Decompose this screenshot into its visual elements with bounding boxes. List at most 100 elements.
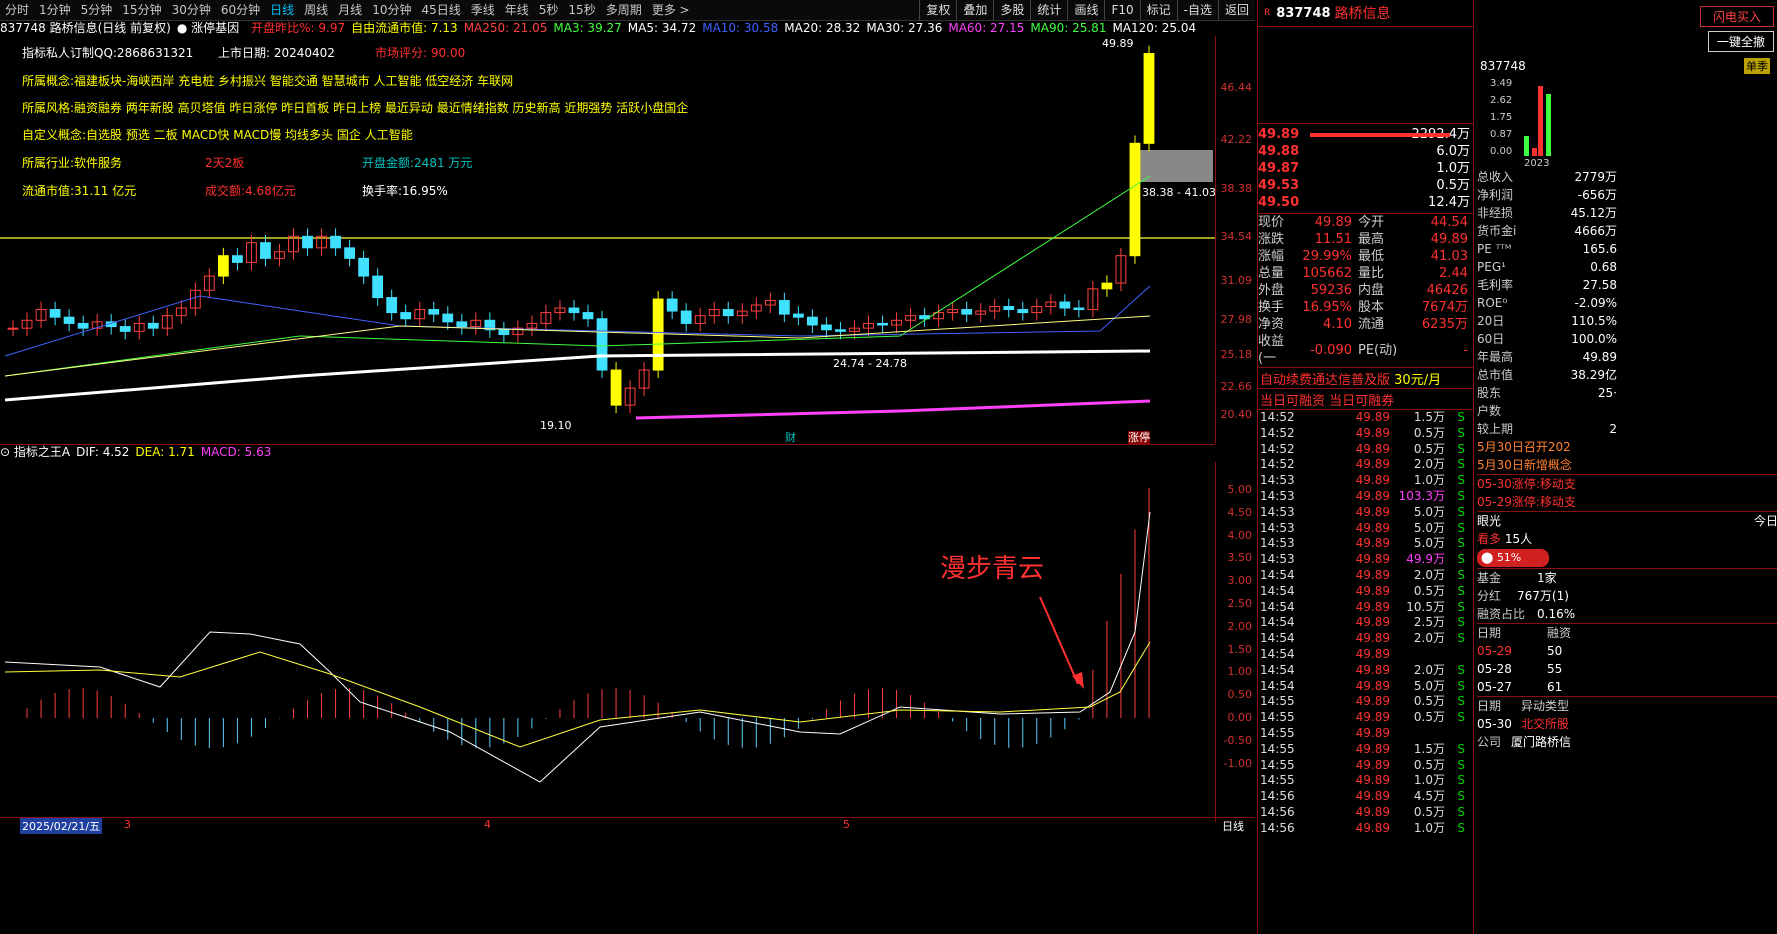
candle bbox=[428, 309, 440, 315]
period-tab[interactable]: 月线 bbox=[333, 0, 367, 20]
period-tab[interactable]: 5分钟 bbox=[76, 0, 118, 20]
period-tab[interactable]: 季线 bbox=[466, 0, 500, 20]
margin-short-tab[interactable]: 当日可融券 bbox=[1329, 390, 1394, 409]
back-button[interactable]: 返回 bbox=[1217, 0, 1255, 20]
period-tab[interactable]: 30分钟 bbox=[167, 0, 216, 20]
stock-title: 837748 路桥信息(日线 前复权) bbox=[0, 21, 171, 35]
order-row[interactable]: 49.87 1.0万 bbox=[1258, 160, 1474, 177]
ma-legend: 837748 路桥信息(日线 前复权) ● 涨停基因 开盘昨比%: 9.97 自… bbox=[0, 20, 1202, 36]
quote-table: 现价 49.89 今开 44.54 涨跌 11.51 最高 49.89 涨幅 29.99% 最低 41… bbox=[1258, 214, 1474, 368]
candle bbox=[344, 247, 356, 259]
period-tab[interactable]: 45日线 bbox=[416, 0, 465, 20]
order-row[interactable]: 49.53 0.5万 bbox=[1258, 177, 1474, 194]
candle bbox=[302, 235, 313, 249]
limit-item[interactable]: 05-30涨停:移动支 bbox=[1477, 475, 1777, 493]
candle bbox=[666, 298, 678, 312]
bull-label: 看多 bbox=[1477, 532, 1502, 546]
tick-list[interactable]: 14:52 49.89 1.5万 S 14:52 49.89 0.5万 S 14:52 49.89… bbox=[1258, 410, 1474, 837]
macd-tick: 4.50 bbox=[1227, 505, 1253, 519]
bull-count: 15人 bbox=[1504, 532, 1533, 546]
season-toggle[interactable]: 单季 bbox=[1744, 58, 1770, 74]
period-tab[interactable]: 60分钟 bbox=[216, 0, 265, 20]
dividend-label: 分红 bbox=[1477, 589, 1502, 603]
period-tab[interactable]: 多周期 bbox=[601, 0, 647, 20]
tick-row: 14:55 49.89 0.5万 S bbox=[1260, 710, 1465, 725]
period-tab-more[interactable]: 更多 > bbox=[647, 0, 695, 20]
tick-row: 14:52 49.89 0.5万 S bbox=[1260, 425, 1465, 440]
period-tab[interactable]: 分时 bbox=[0, 0, 34, 20]
candle bbox=[610, 369, 622, 406]
style-text: 所属风格:融资融券 两年新股 高贝塔值 昨日涨停 昨日首板 昨日上榜 最近异动 … bbox=[22, 101, 689, 115]
period-tab-daily[interactable]: 日线 bbox=[265, 0, 299, 20]
order-row[interactable]: 49.50 12.4万 bbox=[1258, 194, 1474, 211]
finance-row: 20日 110.5% bbox=[1477, 314, 1617, 328]
tick-row: 14:55 49.89 1.0万 S bbox=[1260, 773, 1465, 788]
quote-panel: R 837748 路桥信息 49.892292.4万49.886.0万49.87… bbox=[1257, 0, 1474, 934]
eye-today[interactable]: 今日 bbox=[1754, 512, 1777, 530]
restore-rights-button[interactable]: 复权 bbox=[919, 0, 956, 20]
moving-average-line bbox=[4, 349, 1151, 402]
candle bbox=[358, 257, 370, 277]
ma250: MA250: 21.05 bbox=[463, 21, 548, 35]
finance-list: 总收入 2779万 净利润 -656万 非经损 45.12万 货币金i 4666万 PE ᵀᵀᴹ… bbox=[1474, 168, 1777, 438]
period-tab[interactable]: 周线 bbox=[299, 0, 333, 20]
remove-watchlist-button[interactable]: -自选 bbox=[1176, 0, 1218, 20]
rpanel-code: 837748 bbox=[1480, 59, 1526, 73]
finance-row: PE ᵀᵀᴹ 165.6 bbox=[1477, 242, 1617, 256]
limit-gene[interactable]: ● 涨停基因 bbox=[177, 20, 245, 36]
ad-banner[interactable]: 自动续费通达信普及版 30元/月 bbox=[1258, 368, 1474, 389]
range-label: 38.38 - 41.03 bbox=[1142, 186, 1216, 199]
mini-tick: 0.87 bbox=[1490, 129, 1512, 140]
month-tick: 4 bbox=[484, 818, 491, 831]
draw-line-button[interactable]: 画线 bbox=[1067, 0, 1104, 20]
limit-item[interactable]: 05-29涨停:移动支 bbox=[1477, 493, 1777, 511]
flash-buy-button[interactable]: 闪电买入 bbox=[1699, 6, 1774, 27]
stats-button[interactable]: 统计 bbox=[1030, 0, 1067, 20]
moving-average-line bbox=[4, 315, 1151, 377]
period-tab[interactable]: 5秒 bbox=[534, 0, 564, 20]
margin-financing-tab[interactable]: 当日可融资 bbox=[1260, 390, 1325, 409]
margin-ratio-label: 融资占比 bbox=[1477, 607, 1526, 621]
tick-row: 14:56 49.89 4.5万 S bbox=[1260, 789, 1465, 804]
period-tab[interactable]: 年线 bbox=[500, 0, 534, 20]
mini-bar bbox=[1524, 136, 1529, 156]
news-item[interactable]: 5月30日召开202 bbox=[1477, 438, 1777, 456]
annotation-arrow bbox=[1039, 596, 1079, 685]
candlestick-chart[interactable] bbox=[0, 36, 1215, 444]
period-tab[interactable]: 15秒 bbox=[563, 0, 600, 20]
tick-row: 14:54 49.89 0.5万 S bbox=[1260, 583, 1465, 598]
period-tab[interactable]: 10分钟 bbox=[367, 0, 416, 20]
float-cap: 自由流通市值: 7.13 bbox=[351, 21, 458, 35]
price-tick: 27.98 bbox=[1220, 313, 1253, 326]
order-row[interactable]: 49.88 6.0万 bbox=[1258, 143, 1474, 160]
mini-year: 2023 bbox=[1524, 158, 1549, 168]
overlay-button[interactable]: 叠加 bbox=[956, 0, 993, 20]
period-tab[interactable]: 15分钟 bbox=[117, 0, 166, 20]
mini-tick: 3.49 bbox=[1490, 78, 1512, 89]
price-tick: 31.09 bbox=[1220, 274, 1253, 287]
candle bbox=[652, 298, 664, 371]
news-item[interactable]: 5月30日新增概念 bbox=[1477, 456, 1777, 474]
candle bbox=[1143, 53, 1155, 144]
candle bbox=[119, 326, 131, 332]
finance-row: 户数 bbox=[1477, 404, 1502, 418]
volume-bar bbox=[1310, 133, 1450, 137]
period-tab[interactable]: 1分钟 bbox=[34, 0, 76, 20]
candle bbox=[456, 321, 468, 328]
indicator-name[interactable]: ⊙ 指标之王A bbox=[0, 444, 70, 460]
cancel-all-button[interactable]: 一键全撤 bbox=[1707, 31, 1774, 52]
macd-tick: 2.50 bbox=[1227, 597, 1253, 610]
multi-stock-button[interactable]: 多股 bbox=[993, 0, 1030, 20]
candle bbox=[372, 275, 384, 299]
concept-text: 所属概念:福建板块-海峡西岸 充电桩 乡村振兴 智能交通 智慧城市 人工智能 低… bbox=[22, 74, 514, 88]
macd-axis: 5.00 4.50 4.00 3.50 3.00 2.50 2.00 1.50 1.00 0.50… bbox=[1215, 462, 1256, 822]
order-row[interactable]: 49.892292.4万 bbox=[1258, 126, 1474, 143]
candle bbox=[1059, 301, 1071, 309]
mark-button[interactable]: 标记 bbox=[1139, 0, 1177, 20]
finance-row: 净利润 -656万 bbox=[1477, 188, 1617, 202]
custom-concept-text: 自定义概念:自选股 预选 二板 MACD快 MACD慢 均线多头 国企 人工智能 bbox=[22, 128, 413, 142]
f10-button[interactable]: F10 bbox=[1104, 0, 1139, 20]
tick-row: 14:53 49.89 49.9万 S bbox=[1260, 552, 1465, 567]
macd-chart[interactable] bbox=[0, 462, 1215, 820]
macd-tick: 0.00 bbox=[1227, 711, 1253, 724]
